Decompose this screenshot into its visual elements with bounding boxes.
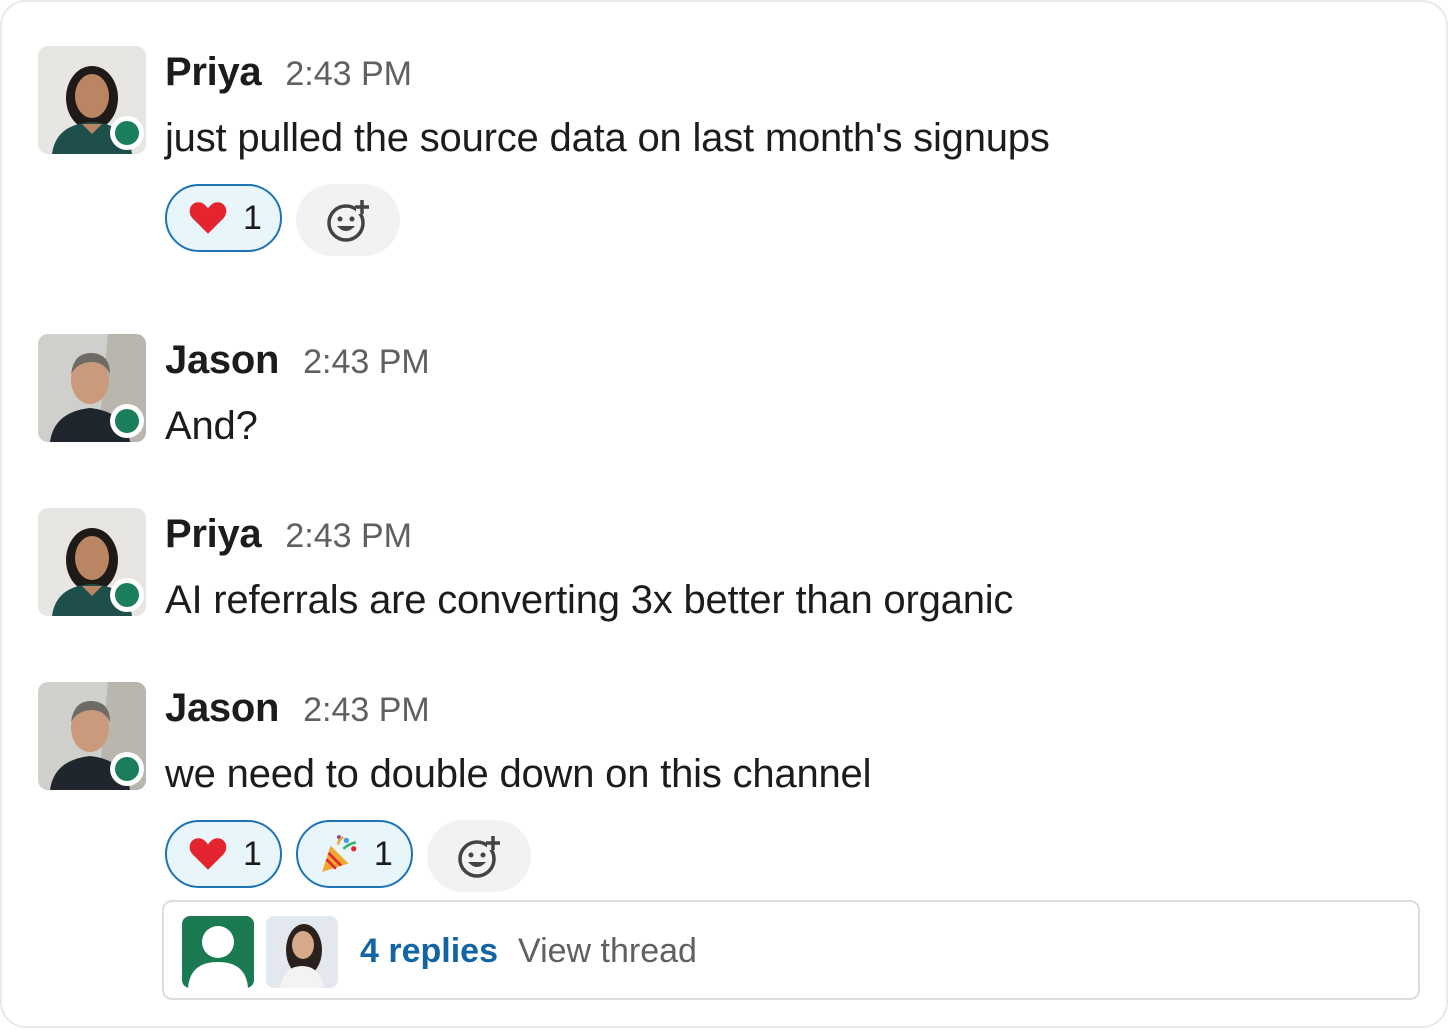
add-emoji-icon: [458, 836, 500, 878]
reactions-bar: 1 1: [165, 820, 531, 892]
presence-online-icon: [110, 752, 144, 786]
reaction-heart[interactable]: 1: [165, 184, 282, 252]
thread-summary[interactable]: 4 replies View thread: [162, 900, 1420, 1000]
add-reaction-button[interactable]: [426, 820, 531, 892]
message-header: Priya 2:43 PM: [165, 512, 412, 557]
message-header: Jason 2:43 PM: [165, 686, 430, 731]
heart-emoji-icon: [189, 838, 227, 870]
thread-participant-avatar-default: [182, 916, 254, 988]
presence-online-icon: [110, 578, 144, 612]
replies-link[interactable]: 4 replies: [360, 932, 498, 971]
user-placeholder-icon: [182, 916, 254, 988]
message-header: Priya 2:43 PM: [165, 50, 412, 95]
author-name[interactable]: Jason: [165, 338, 279, 382]
message-text: just pulled the source data on last mont…: [165, 116, 1050, 160]
timestamp[interactable]: 2:43 PM: [285, 517, 412, 555]
heart-emoji-icon: [189, 202, 227, 234]
presence-online-icon: [110, 404, 144, 438]
reaction-count: 1: [373, 834, 393, 873]
add-reaction-button[interactable]: [295, 184, 400, 256]
party-popper-emoji-icon: [322, 835, 357, 872]
message-text: we need to double down on this channel: [165, 752, 872, 796]
message-text: And?: [165, 404, 258, 448]
add-emoji-icon: [327, 200, 369, 242]
reaction-count: 1: [243, 834, 262, 873]
reaction-party-popper[interactable]: 1: [295, 820, 413, 888]
reactions-bar: 1: [165, 184, 400, 256]
presence-online-icon: [110, 116, 144, 150]
reaction-heart[interactable]: 1: [165, 820, 282, 888]
reaction-count: 1: [243, 198, 262, 237]
message-panel: Priya 2:43 PM just pulled the source data…: [0, 0, 1448, 1028]
timestamp[interactable]: 2:43 PM: [303, 691, 430, 729]
view-thread-link[interactable]: View thread: [518, 932, 697, 971]
message-text: AI referrals are converting 3x better th…: [165, 578, 1014, 622]
thread-participant-avatar: [266, 916, 338, 988]
author-name[interactable]: Jason: [165, 686, 279, 730]
message-header: Jason 2:43 PM: [165, 338, 430, 383]
timestamp[interactable]: 2:43 PM: [303, 343, 430, 381]
author-name[interactable]: Priya: [165, 512, 262, 556]
timestamp[interactable]: 2:43 PM: [285, 55, 412, 93]
author-name[interactable]: Priya: [165, 50, 262, 94]
